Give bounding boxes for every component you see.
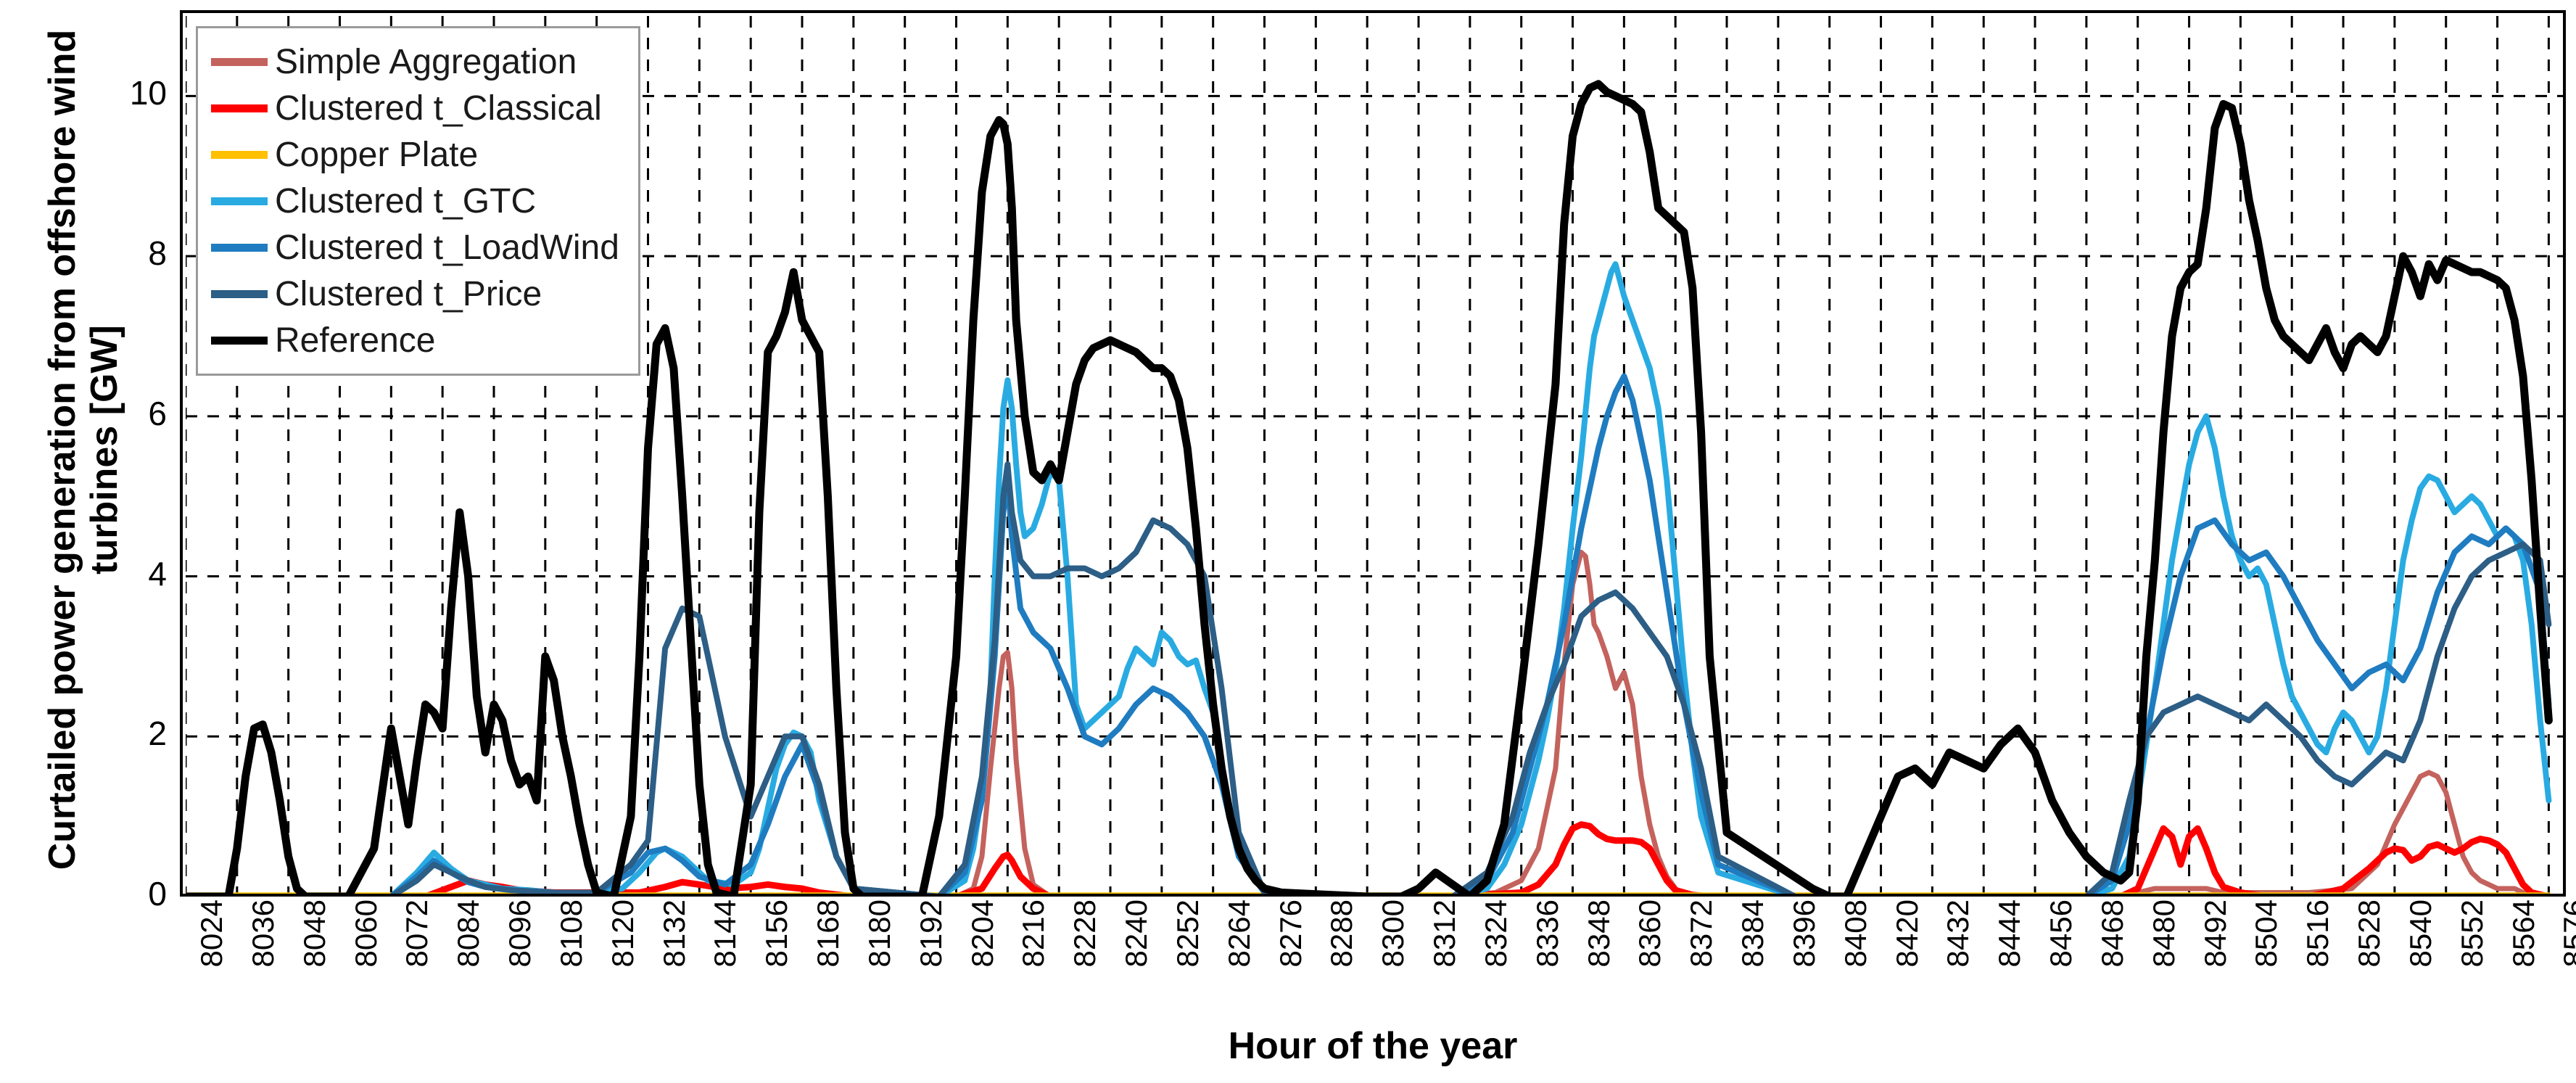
x-tick-label: 8024 bbox=[194, 899, 228, 968]
x-tick-label: 8228 bbox=[1068, 899, 1102, 968]
legend-item[interactable]: Clustered t_GTC bbox=[211, 178, 619, 224]
x-tick-label: 8300 bbox=[1376, 899, 1411, 968]
x-tick-label: 8516 bbox=[2300, 899, 2335, 968]
x-tick-label: 8276 bbox=[1273, 899, 1308, 968]
x-tick-label: 8504 bbox=[2249, 899, 2284, 968]
legend-item-label: Clustered t_LoadWind bbox=[275, 228, 619, 267]
series-line bbox=[186, 821, 2551, 894]
legend-item[interactable]: Copper Plate bbox=[211, 131, 619, 178]
x-tick-label: 8096 bbox=[503, 899, 537, 968]
x-tick-label: 8108 bbox=[553, 899, 588, 968]
y-tick-label: 0 bbox=[148, 875, 167, 913]
x-tick-label: 8432 bbox=[1941, 899, 1976, 968]
x-tick-label: 8036 bbox=[245, 899, 280, 968]
y-tick-label: 2 bbox=[148, 715, 167, 753]
x-tick-label: 8264 bbox=[1221, 899, 1256, 968]
legend-item-label: Clustered t_Price bbox=[275, 274, 542, 313]
legend-color-swatch bbox=[211, 243, 268, 252]
legend-color-swatch bbox=[211, 104, 268, 112]
x-tick-label: 8144 bbox=[708, 899, 743, 968]
legend-item[interactable]: Simple Aggregation bbox=[211, 38, 619, 85]
x-tick-label: 8456 bbox=[2044, 899, 2078, 968]
legend-item-label: Copper Plate bbox=[275, 135, 479, 174]
legend-color-swatch bbox=[211, 336, 268, 345]
legend-item[interactable]: Clustered t_LoadWind bbox=[211, 224, 619, 271]
x-tick-label: 8060 bbox=[348, 899, 383, 968]
x-tick-label: 8336 bbox=[1530, 899, 1564, 968]
y-tick-label: 10 bbox=[129, 74, 167, 112]
x-tick-label: 8204 bbox=[965, 899, 999, 968]
legend-item-label: Reference bbox=[275, 321, 436, 360]
x-tick-label: 8240 bbox=[1119, 899, 1154, 968]
x-tick-label: 8156 bbox=[759, 899, 794, 968]
x-tick-label: 8288 bbox=[1324, 899, 1359, 968]
x-tick-label: 8444 bbox=[1992, 899, 2027, 968]
x-tick-label: 8048 bbox=[297, 899, 331, 968]
x-tick-label: 8468 bbox=[2094, 899, 2129, 968]
x-tick-label: 8324 bbox=[1478, 899, 1513, 968]
x-tick-label: 8180 bbox=[862, 899, 896, 968]
x-tick-label: 8192 bbox=[913, 899, 948, 968]
x-tick-label: 8528 bbox=[2352, 899, 2387, 968]
legend-color-swatch bbox=[211, 197, 268, 205]
x-tick-label: 8480 bbox=[2146, 899, 2181, 968]
x-tick-label: 8372 bbox=[1684, 899, 1719, 968]
legend-item[interactable]: Clustered t_Price bbox=[211, 271, 619, 317]
x-tick-label: 8564 bbox=[2506, 899, 2540, 968]
x-tick-label: 8360 bbox=[1632, 899, 1667, 968]
legend-color-swatch bbox=[211, 150, 268, 159]
legend-item[interactable]: Reference bbox=[211, 317, 619, 363]
y-tick-label: 4 bbox=[148, 554, 167, 593]
x-tick-label: 8132 bbox=[656, 899, 691, 968]
x-axis-tick-labels: 8024 8036 8048 8060 8072 8084 8096 8108 8120 8132… bbox=[180, 899, 2576, 1045]
chart-figure: Curtailed power generation from offshore… bbox=[0, 0, 2576, 1083]
x-axis-title: Hour of the year bbox=[1228, 1025, 1518, 1067]
y-tick-label: 8 bbox=[148, 234, 167, 273]
x-tick-label: 8552 bbox=[2454, 899, 2489, 968]
legend-color-swatch bbox=[211, 57, 268, 66]
x-tick-label: 8396 bbox=[1786, 899, 1821, 968]
x-tick-label: 8216 bbox=[1016, 899, 1051, 968]
x-tick-label: 8252 bbox=[1170, 899, 1205, 968]
x-tick-label: 8576 bbox=[2557, 899, 2576, 968]
x-tick-label: 8492 bbox=[2197, 899, 2232, 968]
y-tick-label: 6 bbox=[148, 394, 167, 432]
legend-item-label: Clustered t_GTC bbox=[275, 181, 537, 221]
x-tick-label: 8420 bbox=[1889, 899, 1924, 968]
legend: Simple Aggregation Clustered t_Classical C… bbox=[196, 26, 640, 376]
x-tick-label: 8540 bbox=[2403, 899, 2437, 968]
legend-item[interactable]: Clustered t_Classical bbox=[211, 85, 619, 131]
legend-item-label: Clustered t_Classical bbox=[275, 88, 602, 128]
x-tick-label: 8168 bbox=[811, 899, 845, 968]
y-axis-tick-labels: 0 2 4 6 8 10 bbox=[80, 0, 167, 913]
x-tick-label: 8408 bbox=[1838, 899, 1873, 968]
x-tick-label: 8120 bbox=[605, 899, 640, 968]
legend-color-swatch bbox=[211, 289, 268, 298]
x-tick-label: 8312 bbox=[1427, 899, 1462, 968]
x-tick-label: 8084 bbox=[451, 899, 486, 968]
legend-item-label: Simple Aggregation bbox=[275, 42, 577, 81]
x-tick-label: 8348 bbox=[1581, 899, 1616, 968]
x-tick-label: 8384 bbox=[1735, 899, 1770, 968]
x-tick-label: 8072 bbox=[400, 899, 434, 968]
plot-area: Simple Aggregation Clustered t_Classical C… bbox=[180, 10, 2566, 897]
